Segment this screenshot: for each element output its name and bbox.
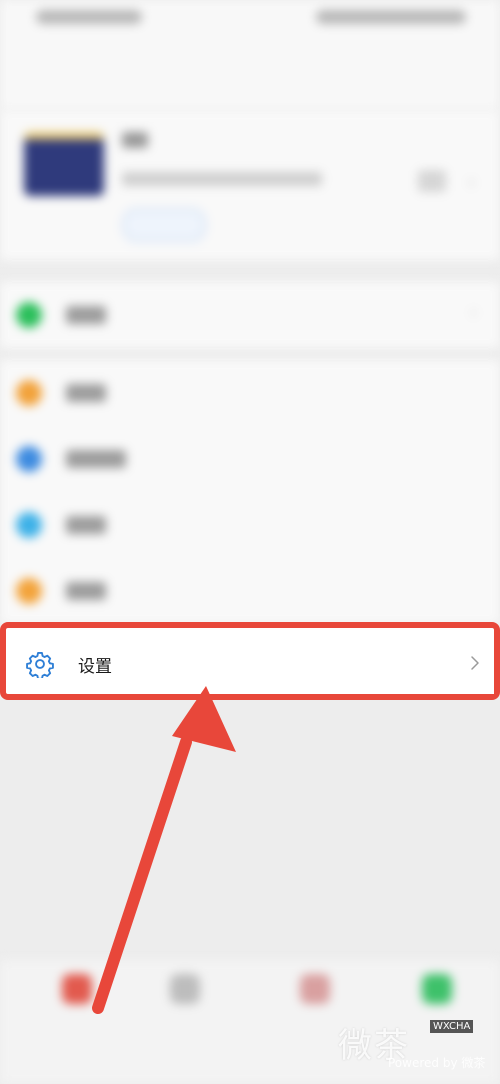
status-time [36, 10, 142, 24]
menu-group [0, 360, 500, 624]
menu-row-label [66, 384, 106, 402]
gear-icon [26, 651, 54, 678]
watermark-sub: Powered by 微茶 [388, 1056, 486, 1070]
chevron-right-icon [471, 656, 479, 670]
status-bar [0, 0, 500, 110]
menu-row-label [66, 306, 106, 324]
cards-icon [16, 512, 42, 538]
menu-row-label [66, 450, 126, 468]
watermark-badge: WXCHA [430, 1020, 474, 1033]
menu-row-label [66, 582, 106, 600]
qr-code-icon [418, 170, 446, 192]
watermark: 微茶 WXCHA Powered by 微茶 [338, 1018, 488, 1078]
stickers-icon [16, 578, 42, 604]
chevron-right-icon: › [470, 302, 478, 323]
discover-icon [300, 974, 330, 1004]
settings-label: 设置 [78, 656, 112, 677]
favorites-icon [16, 380, 42, 406]
wallet-icon [16, 302, 42, 328]
moments-icon [16, 446, 42, 472]
status-indicators [316, 10, 466, 24]
avatar [24, 132, 104, 196]
blurred-background: › › [0, 0, 500, 1084]
settings-highlight-box: 设置 [0, 622, 500, 700]
chevron-right-icon: › [468, 172, 476, 193]
contacts-icon [170, 974, 200, 1004]
menu-row-pay: › [0, 282, 500, 348]
chats-icon [62, 974, 92, 1004]
me-icon [422, 974, 452, 1004]
status-pill [122, 208, 206, 242]
settings-row[interactable]: 设置 [12, 634, 494, 694]
menu-row-label [66, 516, 106, 534]
profile-id [122, 172, 322, 186]
profile-card: › [0, 110, 500, 260]
profile-name [122, 132, 148, 148]
